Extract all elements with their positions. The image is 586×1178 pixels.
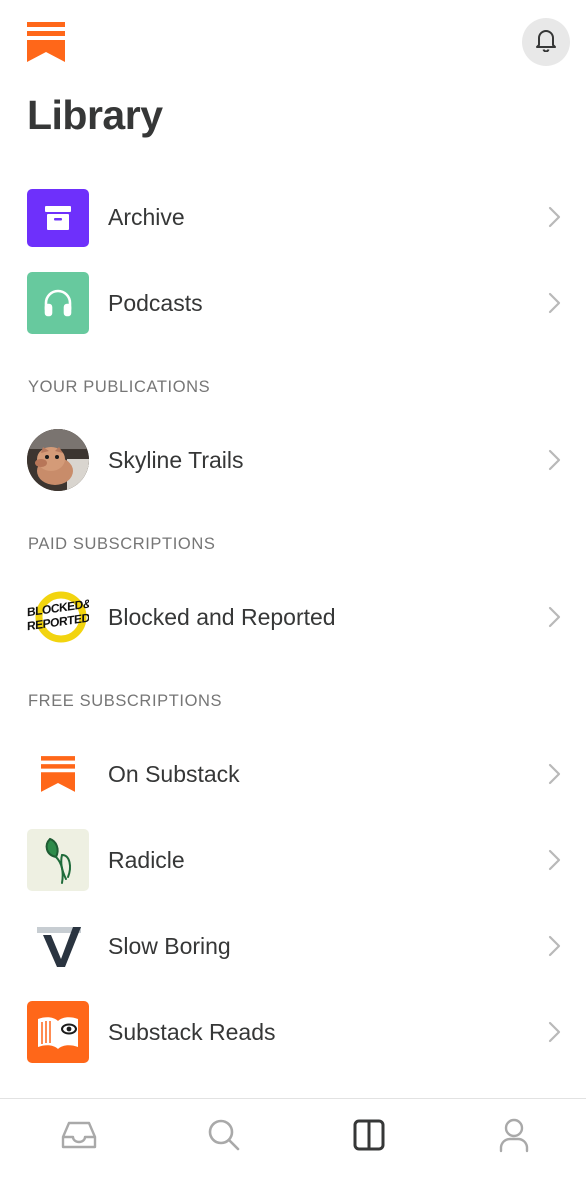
chevron-right-icon: [546, 605, 564, 629]
tab-inbox[interactable]: [59, 1117, 99, 1157]
notifications-button[interactable]: [522, 18, 570, 66]
chevron-right-icon: [546, 762, 564, 786]
section-your-publications: YOUR PUBLICATIONS: [28, 378, 211, 396]
sprout-logo: [27, 829, 89, 891]
inbox-icon: [61, 1119, 97, 1156]
publication-row[interactable]: Skyline Trails: [0, 420, 586, 500]
profile-icon: [498, 1117, 530, 1158]
subscription-row[interactable]: Substack Reads: [0, 992, 586, 1072]
subscription-row[interactable]: BLOCKED& REPORTED Blocked and Reported: [0, 577, 586, 657]
piglet-avatar: [27, 429, 89, 491]
podcasts-row[interactable]: Podcasts: [0, 263, 586, 343]
tab-library[interactable]: [349, 1117, 389, 1157]
page-title: Library: [27, 92, 163, 138]
tab-search[interactable]: [204, 1117, 244, 1157]
chevron-right-icon: [546, 291, 564, 315]
section-free-subscriptions: FREE SUBSCRIPTIONS: [28, 692, 223, 710]
substack-logo[interactable]: [27, 22, 65, 62]
blocked-and-reported-logo: BLOCKED& REPORTED: [27, 586, 89, 648]
archive-label: Archive: [108, 203, 185, 230]
chevron-right-icon: [546, 448, 564, 472]
section-paid-subscriptions: PAID SUBSCRIPTIONS: [28, 535, 216, 553]
subscription-label: Blocked and Reported: [108, 603, 336, 630]
bottom-tab-bar: [0, 1098, 586, 1178]
subscription-label: Radicle: [108, 846, 185, 873]
chevron-right-icon: [546, 1020, 564, 1044]
search-icon: [207, 1118, 241, 1157]
archive-row[interactable]: Archive: [0, 177, 586, 257]
podcasts-label: Podcasts: [108, 289, 203, 316]
top-bar: [0, 0, 586, 80]
subscription-label: Slow Boring: [108, 932, 231, 959]
publication-label: Skyline Trails: [108, 446, 244, 473]
headphones-icon: [27, 272, 89, 334]
subscription-row[interactable]: Slow Boring: [0, 906, 586, 986]
archive-box-icon: [27, 189, 89, 247]
chevron-right-icon: [546, 848, 564, 872]
substack-logo: [27, 743, 89, 805]
chevron-right-icon: [546, 205, 564, 229]
tab-profile[interactable]: [494, 1117, 534, 1157]
chevron-right-icon: [546, 934, 564, 958]
subscription-label: On Substack: [108, 760, 240, 787]
open-book-eye-logo: [27, 1001, 89, 1063]
subscription-label: Substack Reads: [108, 1018, 276, 1045]
bell-icon: [535, 28, 557, 57]
slow-boring-logo: [27, 915, 89, 977]
subscription-row[interactable]: On Substack: [0, 734, 586, 814]
library-icon: [352, 1118, 386, 1157]
subscription-row[interactable]: Radicle: [0, 820, 586, 900]
